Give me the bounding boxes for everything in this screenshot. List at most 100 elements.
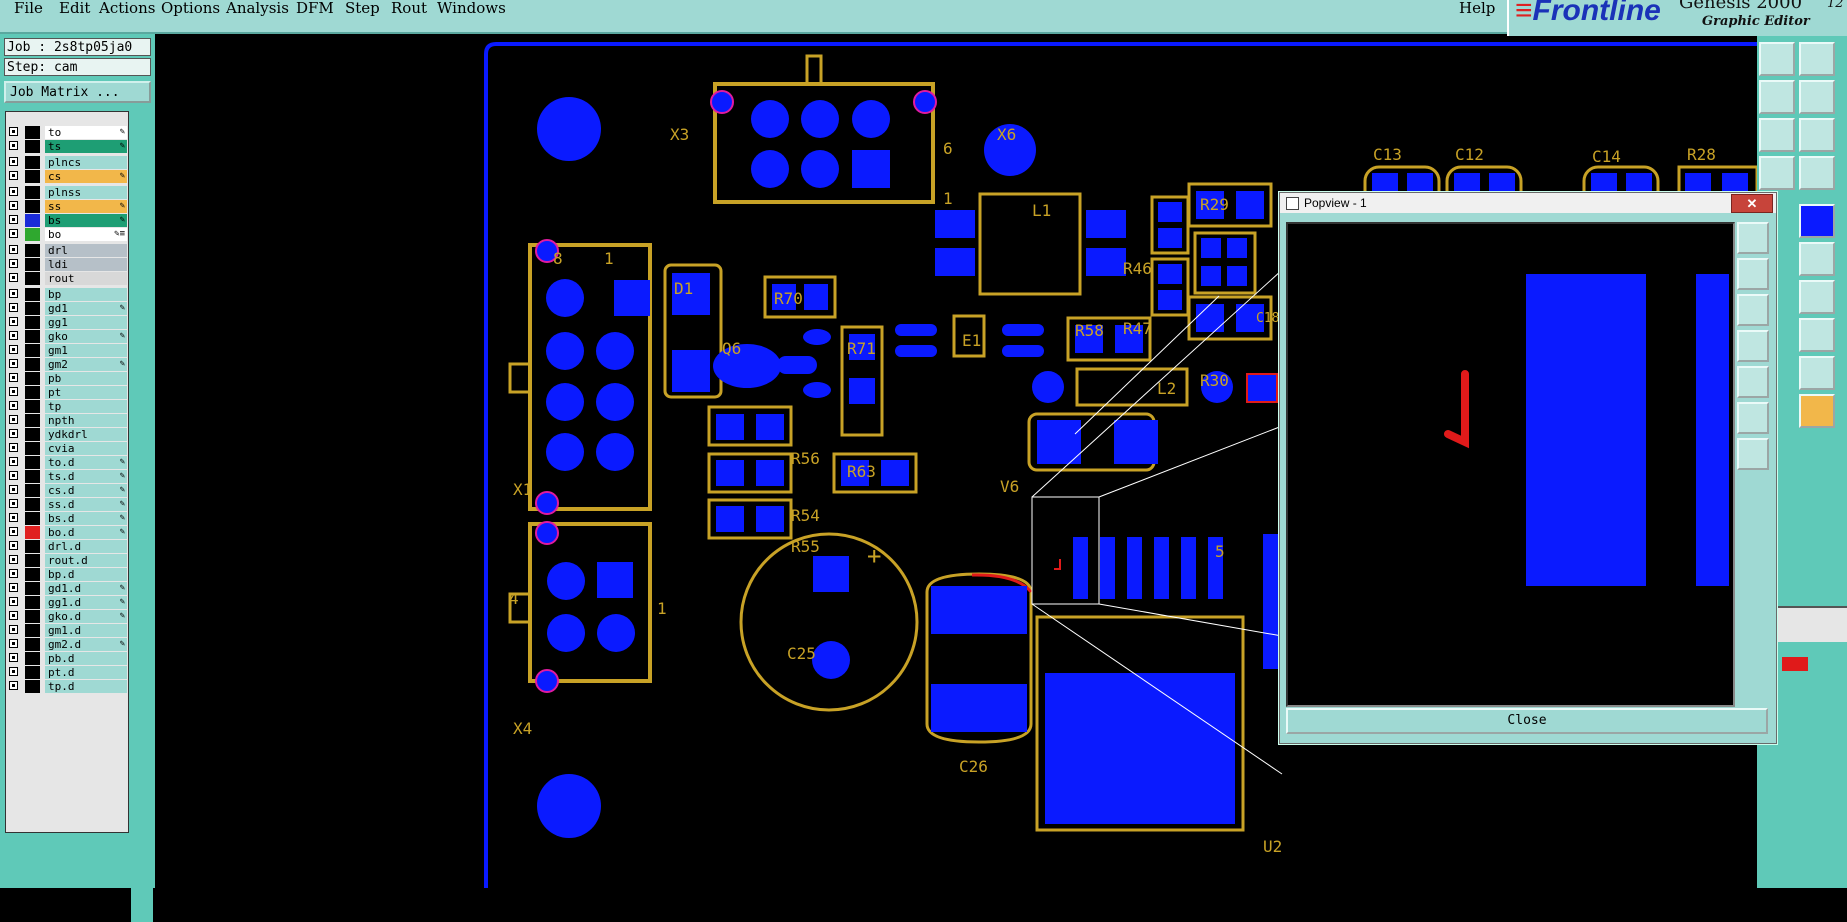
layer-row[interactable]: rout.d: [6, 554, 128, 567]
layer-name[interactable]: gko.d: [45, 610, 127, 623]
layer-checkbox[interactable]: [9, 681, 18, 690]
layer-name[interactable]: cs: [45, 170, 127, 183]
zoom-area-icon[interactable]: [1759, 156, 1795, 190]
layer-row[interactable]: pb: [6, 372, 128, 385]
layer-checkbox[interactable]: [9, 201, 18, 210]
layer-row[interactable]: tp: [6, 400, 128, 413]
layer-row[interactable]: gg1: [6, 316, 128, 329]
menu-windows[interactable]: Windows: [437, 0, 506, 16]
layer-checkbox[interactable]: [9, 485, 18, 494]
menu-analysis[interactable]: Analysis: [226, 0, 289, 16]
layer-name[interactable]: bp.d: [45, 568, 127, 581]
layer-checkbox[interactable]: [9, 245, 18, 254]
layer-row[interactable]: rout: [6, 272, 128, 285]
popview-pan-left-icon[interactable]: [1737, 330, 1769, 362]
popview-zoom-in-icon[interactable]: [1737, 258, 1769, 290]
layer-name[interactable]: drl.d: [45, 540, 127, 553]
layer-checkbox[interactable]: [9, 443, 18, 452]
layer-row[interactable]: gm2.d ✎: [6, 638, 128, 651]
layer-name[interactable]: gg1: [45, 316, 127, 329]
line-tool-icon[interactable]: [1799, 204, 1835, 238]
layer-name[interactable]: bs.d: [45, 512, 127, 525]
layer-name[interactable]: bo.d: [45, 526, 127, 539]
popview-canvas[interactable]: [1286, 222, 1736, 707]
close-icon[interactable]: ✕: [1731, 194, 1773, 213]
layer-checkbox[interactable]: [9, 527, 18, 536]
triangle-icon[interactable]: [1799, 356, 1835, 390]
job-matrix-button[interactable]: Job Matrix ...: [4, 81, 151, 103]
menu-dfm[interactable]: DFM: [296, 0, 334, 16]
layer-name[interactable]: ts: [45, 140, 127, 153]
layer-checkbox[interactable]: [9, 611, 18, 620]
layer-name[interactable]: to.d: [45, 456, 127, 469]
layer-checkbox[interactable]: [9, 273, 18, 282]
layer-row[interactable]: bp.d: [6, 568, 128, 581]
layer-row[interactable]: plnss: [6, 186, 128, 199]
layer-row[interactable]: bs.d ✎: [6, 512, 128, 525]
layer-checkbox[interactable]: [9, 555, 18, 564]
layer-checkbox[interactable]: [9, 499, 18, 508]
layer-checkbox[interactable]: [9, 331, 18, 340]
layer-name[interactable]: to: [45, 126, 127, 139]
layer-name[interactable]: gm1: [45, 344, 127, 357]
layer-row[interactable]: ts ✎: [6, 140, 128, 153]
layer-row[interactable]: pt.d: [6, 666, 128, 679]
layer-row[interactable]: gd1.d ✎: [6, 582, 128, 595]
layer-row[interactable]: gm1.d: [6, 624, 128, 637]
layer-checkbox[interactable]: [9, 317, 18, 326]
layer-row[interactable]: drl: [6, 244, 128, 257]
layer-name[interactable]: npth: [45, 414, 127, 427]
layer-checkbox[interactable]: [9, 639, 18, 648]
popview-close-button[interactable]: Close: [1286, 708, 1768, 734]
layer-name[interactable]: rout: [45, 272, 127, 285]
layer-checkbox[interactable]: [9, 387, 18, 396]
layer-name[interactable]: pb.d: [45, 652, 127, 665]
popview-center-icon[interactable]: [1737, 438, 1769, 470]
zoom-home-icon[interactable]: [1759, 42, 1795, 76]
layer-name[interactable]: ss: [45, 200, 127, 213]
menu-options[interactable]: Options: [161, 0, 220, 16]
layer-row[interactable]: drl.d: [6, 540, 128, 553]
layer-row[interactable]: to ✎: [6, 126, 128, 139]
layer-row[interactable]: bp: [6, 288, 128, 301]
popview-fit-icon[interactable]: [1737, 402, 1769, 434]
menu-actions[interactable]: Actions: [99, 0, 155, 16]
layer-name[interactable]: ts.d: [45, 470, 127, 483]
layer-name[interactable]: tp.d: [45, 680, 127, 693]
layer-name[interactable]: ss.d: [45, 498, 127, 511]
layer-checkbox[interactable]: [9, 471, 18, 480]
layer-checkbox[interactable]: [9, 541, 18, 550]
menu-edit[interactable]: Edit: [59, 0, 90, 16]
layer-name[interactable]: gm1.d: [45, 624, 127, 637]
layer-checkbox[interactable]: [9, 597, 18, 606]
layer-name[interactable]: rout.d: [45, 554, 127, 567]
layer-name[interactable]: ldi: [45, 258, 127, 271]
layer-checkbox[interactable]: [9, 171, 18, 180]
layer-checkbox[interactable]: [9, 415, 18, 424]
layer-checkbox[interactable]: [9, 229, 18, 238]
layer-row[interactable]: cs.d ✎: [6, 484, 128, 497]
layer-name[interactable]: ydkdrl: [45, 428, 127, 441]
layer-row[interactable]: ydkdrl: [6, 428, 128, 441]
layer-checkbox[interactable]: [9, 513, 18, 522]
layer-name[interactable]: pb: [45, 372, 127, 385]
layer-name[interactable]: pt.d: [45, 666, 127, 679]
popview-zoom-home-icon[interactable]: [1737, 222, 1769, 254]
zoom-in-icon[interactable]: [1759, 80, 1795, 114]
layer-checkbox[interactable]: [9, 401, 18, 410]
layer-checkbox[interactable]: [9, 429, 18, 438]
layer-row[interactable]: gg1.d ✎: [6, 596, 128, 609]
layer-name[interactable]: gm2: [45, 358, 127, 371]
layer-row[interactable]: pb.d: [6, 652, 128, 665]
layer-name[interactable]: gko: [45, 330, 127, 343]
layer-checkbox[interactable]: [9, 653, 18, 662]
layer-row[interactable]: gm2 ✎: [6, 358, 128, 371]
layer-name[interactable]: tp: [45, 400, 127, 413]
zoom-out-icon[interactable]: [1799, 42, 1835, 76]
layer-checkbox[interactable]: [9, 569, 18, 578]
layer-name[interactable]: drl: [45, 244, 127, 257]
menu-rout[interactable]: Rout: [391, 0, 427, 16]
layer-name[interactable]: pt: [45, 386, 127, 399]
layer-name[interactable]: plncs: [45, 156, 127, 169]
layer-row[interactable]: tp.d: [6, 680, 128, 693]
